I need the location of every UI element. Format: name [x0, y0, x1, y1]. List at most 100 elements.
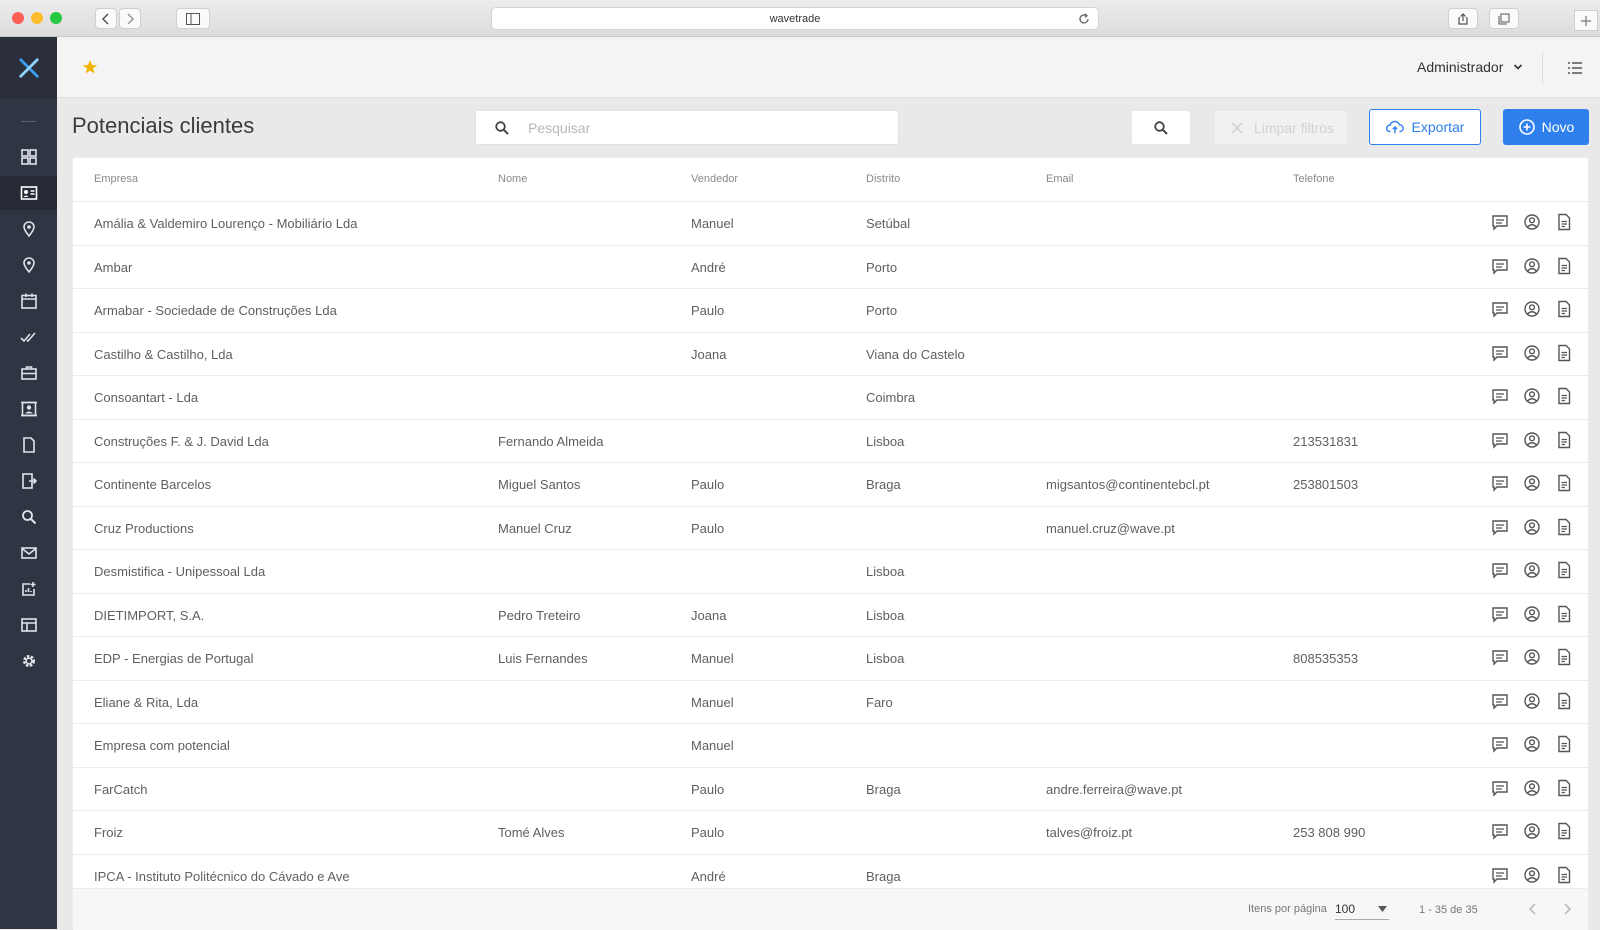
table-row[interactable]: Continente Barcelos Miguel Santos Paulo …	[73, 463, 1588, 507]
sidebar-item-business[interactable]	[0, 356, 57, 390]
sidebar-item-visits[interactable]	[0, 248, 57, 282]
comment-button[interactable]	[1491, 213, 1509, 231]
document-button[interactable]	[1555, 692, 1573, 710]
sidebar-item-tasks[interactable]	[0, 320, 57, 354]
forward-button[interactable]	[119, 8, 141, 29]
contact-button[interactable]	[1523, 518, 1541, 536]
document-button[interactable]	[1555, 344, 1573, 362]
document-button[interactable]	[1555, 605, 1573, 623]
document-button[interactable]	[1555, 866, 1573, 884]
contact-button[interactable]	[1523, 692, 1541, 710]
table-row[interactable]: Empresa com potencial Manuel	[73, 724, 1588, 768]
contact-button[interactable]	[1523, 561, 1541, 579]
comment-button[interactable]	[1491, 648, 1509, 666]
table-row[interactable]: Froiz Tomé Alves Paulo talves@froiz.pt 2…	[73, 811, 1588, 855]
sidebar-item-locations[interactable]	[0, 212, 57, 246]
table-row[interactable]: IPCA - Instituto Politécnico do Cávado e…	[73, 855, 1588, 889]
sidebar-item-analytics[interactable]	[0, 572, 57, 606]
comment-button[interactable]	[1491, 474, 1509, 492]
export-button[interactable]: Exportar	[1369, 109, 1481, 145]
comment-button[interactable]	[1491, 866, 1509, 884]
next-page-icon[interactable]	[1559, 901, 1575, 917]
document-button[interactable]	[1555, 822, 1573, 840]
table-row[interactable]: Construções F. & J. David Lda Fernando A…	[73, 420, 1588, 463]
sidebar-item-tables[interactable]	[0, 608, 57, 642]
items-per-page-select[interactable]: 100	[1335, 898, 1389, 920]
comment-button[interactable]	[1491, 605, 1509, 623]
comment-button[interactable]	[1491, 300, 1509, 318]
column-header-empresa[interactable]: Empresa	[94, 173, 138, 185]
table-row[interactable]: Amália & Valdemiro Lourenço - Mobiliário…	[73, 202, 1588, 246]
sidebar-item-search[interactable]	[0, 500, 57, 534]
sidebar-item-documents[interactable]	[0, 428, 57, 462]
minimize-window-button[interactable]	[31, 12, 43, 24]
search-button[interactable]	[1131, 110, 1191, 145]
table-row[interactable]: Consoantart - Lda Coimbra	[73, 376, 1588, 420]
contact-button[interactable]	[1523, 387, 1541, 405]
contact-button[interactable]	[1523, 300, 1541, 318]
app-logo[interactable]	[0, 37, 57, 99]
table-row[interactable]: DIETIMPORT, S.A. Pedro Treteiro Joana Li…	[73, 594, 1588, 637]
search-field[interactable]	[475, 110, 899, 145]
comment-button[interactable]	[1491, 692, 1509, 710]
document-button[interactable]	[1555, 779, 1573, 797]
search-input[interactable]	[528, 111, 888, 144]
comment-button[interactable]	[1491, 779, 1509, 797]
sidebar-item-calendar[interactable]	[0, 284, 57, 318]
comment-button[interactable]	[1491, 735, 1509, 753]
contact-button[interactable]	[1523, 257, 1541, 275]
sidebar-item-contact-book[interactable]	[0, 392, 57, 426]
table-row[interactable]: Armabar - Sociedade de Construções Lda P…	[73, 289, 1588, 333]
tabs-overview-button[interactable]	[1489, 8, 1519, 29]
sidebar-item-contacts[interactable]	[0, 176, 57, 210]
document-button[interactable]	[1555, 518, 1573, 536]
table-row[interactable]: Cruz Productions Manuel Cruz Paulo manue…	[73, 507, 1588, 550]
contact-button[interactable]	[1523, 213, 1541, 231]
contact-button[interactable]	[1523, 822, 1541, 840]
sidebar-item-settings[interactable]	[0, 644, 57, 678]
contact-button[interactable]	[1523, 779, 1541, 797]
favorite-star-icon[interactable]	[82, 59, 98, 75]
contact-button[interactable]	[1523, 344, 1541, 362]
list-menu-icon[interactable]	[1567, 61, 1583, 75]
new-tab-button[interactable]	[1574, 10, 1598, 31]
comment-button[interactable]	[1491, 257, 1509, 275]
document-button[interactable]	[1555, 431, 1573, 449]
address-bar[interactable]: wavetrade	[491, 7, 1099, 30]
comment-button[interactable]	[1491, 822, 1509, 840]
sidebar-item-mail[interactable]	[0, 536, 57, 570]
sidebar-item-dashboard[interactable]	[0, 140, 57, 174]
clear-filters-button[interactable]: Limpar filtros	[1214, 110, 1348, 145]
column-header-email[interactable]: Email	[1046, 173, 1074, 185]
column-header-telefone[interactable]: Telefone	[1293, 173, 1335, 185]
table-row[interactable]: FarCatch Paulo Braga andre.ferreira@wave…	[73, 768, 1588, 811]
comment-button[interactable]	[1491, 431, 1509, 449]
comment-button[interactable]	[1491, 561, 1509, 579]
contact-button[interactable]	[1523, 735, 1541, 753]
document-button[interactable]	[1555, 387, 1573, 405]
new-button[interactable]: Novo	[1503, 109, 1589, 145]
column-header-distrito[interactable]: Distrito	[866, 173, 900, 185]
contact-button[interactable]	[1523, 474, 1541, 492]
back-button[interactable]	[95, 8, 117, 29]
contact-button[interactable]	[1523, 431, 1541, 449]
document-button[interactable]	[1555, 257, 1573, 275]
contact-button[interactable]	[1523, 605, 1541, 623]
close-window-button[interactable]	[12, 12, 24, 24]
document-button[interactable]	[1555, 300, 1573, 318]
table-row[interactable]: Eliane & Rita, Lda Manuel Faro	[73, 681, 1588, 724]
table-row[interactable]: Castilho & Castilho, Lda Joana Viana do …	[73, 333, 1588, 376]
column-header-nome[interactable]: Nome	[498, 173, 527, 185]
contact-button[interactable]	[1523, 866, 1541, 884]
sidebar-item-export[interactable]	[0, 464, 57, 498]
previous-page-icon[interactable]	[1525, 901, 1541, 917]
column-header-vendedor[interactable]: Vendedor	[691, 173, 738, 185]
table-row[interactable]: EDP - Energias de Portugal Luis Fernande…	[73, 637, 1588, 681]
share-button[interactable]	[1448, 8, 1478, 29]
document-button[interactable]	[1555, 213, 1573, 231]
reload-icon[interactable]	[1078, 13, 1090, 25]
comment-button[interactable]	[1491, 518, 1509, 536]
table-row[interactable]: Ambar André Porto	[73, 246, 1588, 289]
user-menu[interactable]: Administrador	[1417, 59, 1523, 75]
comment-button[interactable]	[1491, 387, 1509, 405]
